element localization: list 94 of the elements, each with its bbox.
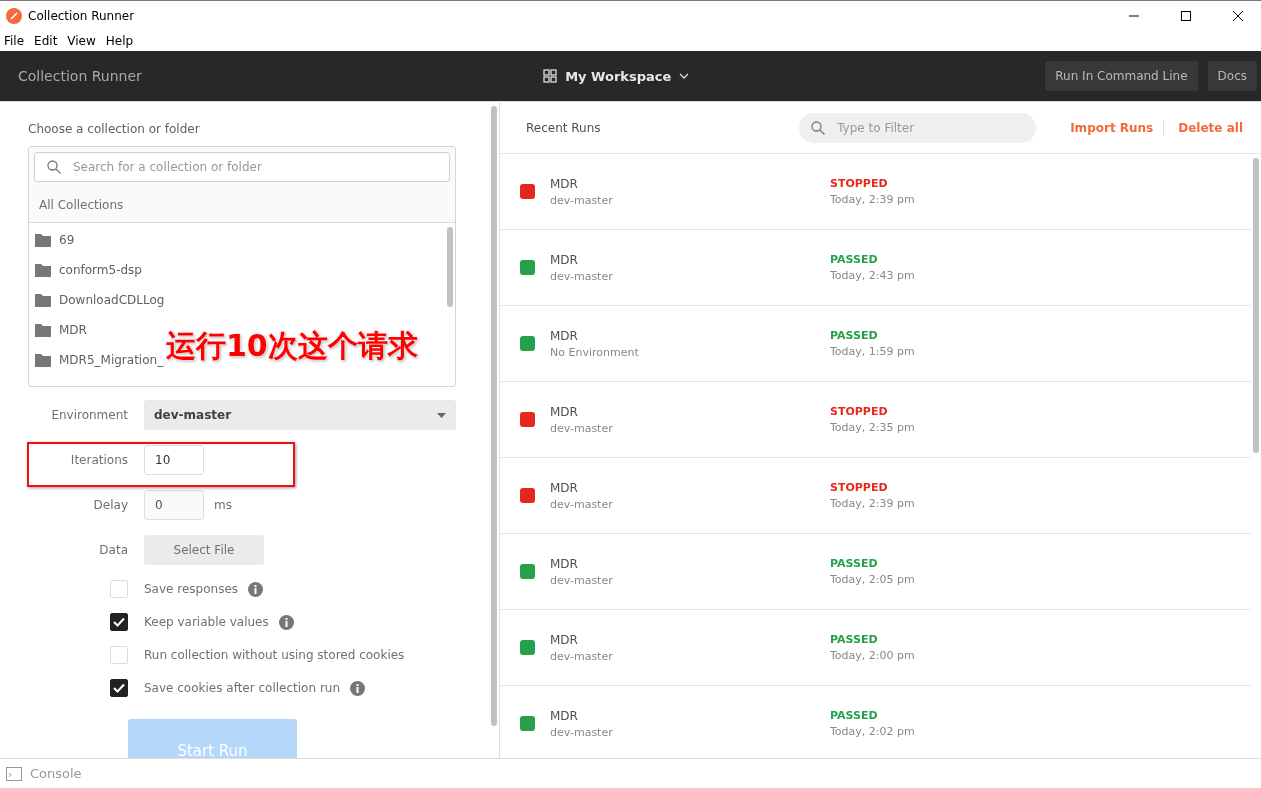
header-button[interactable]: Docs xyxy=(1207,61,1257,91)
run-row[interactable]: MDR dev-master PASSED Today, 2:43 pm xyxy=(500,230,1251,306)
run-status: PASSED xyxy=(830,709,879,722)
header-button[interactable]: Run In Command Line xyxy=(1045,61,1198,91)
run-time: Today, 2:00 pm xyxy=(830,649,916,662)
filter-field[interactable]: Type to Filter xyxy=(835,112,1037,143)
info-icon[interactable] xyxy=(350,680,366,696)
environment-select[interactable]: dev-master xyxy=(144,400,456,430)
select-file-button[interactable]: Select File xyxy=(144,535,264,565)
run-status: STOPPED xyxy=(830,405,889,418)
run-row[interactable]: MDR dev-master STOPPED Today, 2:39 pm xyxy=(500,458,1251,534)
run-name: MDR xyxy=(550,404,579,419)
field-label: Delay xyxy=(93,498,128,512)
option-label: Keep variable values xyxy=(144,615,269,629)
search-icon xyxy=(811,120,826,135)
caret-icon xyxy=(437,412,446,418)
run-environment: dev-master xyxy=(550,497,614,511)
search-box[interactable]: Search for a collection or folder xyxy=(34,152,450,182)
folder-item[interactable]: MDR xyxy=(59,323,87,337)
run-name: MDR xyxy=(550,176,579,191)
run-time: Today, 1:59 pm xyxy=(830,345,916,358)
iterations-field[interactable]: 10 xyxy=(144,445,204,475)
run-name: MDR xyxy=(550,708,579,723)
folder-icon xyxy=(35,353,51,367)
folder-item[interactable]: DownloadCDLLog xyxy=(59,293,165,307)
maximize-icon xyxy=(1181,10,1191,21)
run-name: MDR xyxy=(550,480,579,495)
run-time: Today, 2:39 pm xyxy=(830,497,916,510)
folder-item[interactable]: 69 xyxy=(59,233,75,247)
run-environment: dev-master xyxy=(550,193,614,207)
breadcrumb[interactable]: All Collections xyxy=(34,182,450,222)
option-label: Run collection without using stored cookies xyxy=(144,648,405,662)
run-status: STOPPED xyxy=(830,177,889,190)
run-environment: dev-master xyxy=(550,649,614,663)
run-status: STOPPED xyxy=(830,481,889,494)
field-label: Iterations xyxy=(70,453,128,467)
checkbox[interactable] xyxy=(110,679,128,697)
app-logo-icon xyxy=(6,7,22,24)
search-icon xyxy=(47,160,61,174)
unit-label: ms xyxy=(214,498,232,512)
run-name: MDR xyxy=(550,556,579,571)
section-title: Recent Runs xyxy=(526,120,602,135)
grid-icon xyxy=(543,69,558,83)
run-name: MDR xyxy=(550,328,579,343)
field-label: Data xyxy=(99,543,128,557)
run-environment: dev-master xyxy=(550,421,614,435)
run-time: Today, 2:43 pm xyxy=(830,269,916,282)
info-icon[interactable] xyxy=(278,614,294,630)
run-row[interactable]: MDR No Environment PASSED Today, 1:59 pm xyxy=(500,306,1251,382)
folder-icon xyxy=(35,323,51,337)
folder-icon xyxy=(35,263,51,277)
close-icon xyxy=(1233,10,1243,21)
run-environment: dev-master xyxy=(550,725,614,739)
option-label: Save responses xyxy=(144,582,239,596)
run-status: PASSED xyxy=(830,253,879,266)
run-name: MDR xyxy=(550,252,579,267)
menu-item[interactable]: View xyxy=(67,33,96,48)
search-field[interactable]: Search for a collection or folder xyxy=(71,153,449,181)
run-time: Today, 2:35 pm xyxy=(830,421,916,434)
console-icon[interactable] xyxy=(6,766,22,781)
workspace-switcher[interactable]: My Workspace xyxy=(537,67,696,85)
run-time: Today, 2:05 pm xyxy=(830,573,916,586)
option-label: Save cookies after collection run xyxy=(144,681,341,695)
field-label: Environment xyxy=(51,408,128,422)
run-row[interactable]: MDR dev-master STOPPED Today, 2:39 pm xyxy=(500,154,1251,230)
checkbox[interactable] xyxy=(110,613,128,631)
run-row[interactable]: MDR dev-master PASSED Today, 2:02 pm xyxy=(500,686,1251,758)
run-status: PASSED xyxy=(830,557,879,570)
header-title: Collection Runner xyxy=(18,68,143,84)
folder-item[interactable]: conform5-dsp xyxy=(59,263,142,277)
chooser-label: Choose a collection or folder xyxy=(28,122,201,136)
run-time: Today, 2:02 pm xyxy=(830,725,916,738)
run-row[interactable]: MDR dev-master PASSED Today, 2:05 pm xyxy=(500,534,1251,610)
caret-icon xyxy=(679,73,690,79)
run-name: MDR xyxy=(550,632,579,647)
window-title: Collection Runner xyxy=(28,8,136,23)
menu-item[interactable]: File xyxy=(4,33,25,48)
info-icon[interactable] xyxy=(248,581,264,597)
run-status: PASSED xyxy=(830,329,879,342)
run-environment: dev-master xyxy=(550,269,614,283)
annotation-text: 运行10次这个请求 xyxy=(166,327,418,365)
delay-field[interactable]: 0 xyxy=(144,490,204,520)
run-row[interactable]: MDR dev-master STOPPED Today, 2:35 pm xyxy=(500,382,1251,458)
filter-box[interactable]: Type to Filter xyxy=(799,112,1037,143)
run-environment: No Environment xyxy=(550,345,640,359)
folder-icon xyxy=(35,293,51,307)
run-environment: dev-master xyxy=(550,573,614,587)
folder-icon xyxy=(35,233,51,247)
run-status: PASSED xyxy=(830,633,879,646)
menu-item[interactable]: Edit xyxy=(34,33,58,48)
run-row[interactable]: MDR dev-master PASSED Today, 2:00 pm xyxy=(500,610,1251,686)
run-time: Today, 2:39 pm xyxy=(830,193,916,206)
folder-item[interactable]: MDR5_Migration_ xyxy=(59,353,164,367)
menu-item[interactable]: Help xyxy=(105,33,134,48)
